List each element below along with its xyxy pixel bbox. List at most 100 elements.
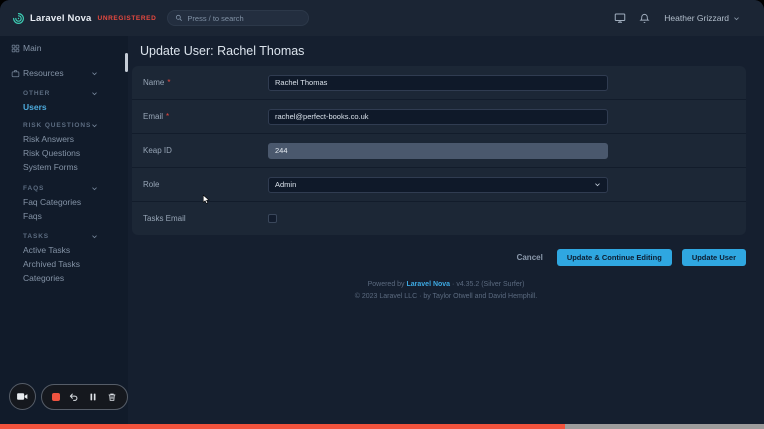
section-heading-label: TASKS (23, 232, 50, 240)
field-label: Name * (132, 78, 268, 87)
sidebar-item-archived-tasks[interactable]: Archived Tasks (0, 257, 128, 271)
field-label: Role (132, 180, 268, 189)
main-content: Update User: Rachel Thomas Name* Email* … (128, 36, 764, 429)
field-label: Tasks Email (132, 214, 268, 223)
role-selected-value: Admin (275, 180, 297, 189)
sidebar-item-label: Main (23, 43, 42, 53)
sidebar-item-label: Faq Categories (23, 197, 82, 207)
sidebar-item-active-tasks[interactable]: Active Tasks (0, 243, 128, 257)
sidebar-item-faq-categories[interactable]: Faq Categories (0, 195, 128, 209)
chevron-down-icon (92, 91, 97, 95)
sidebar-item-label: Categories (23, 273, 65, 283)
sidebar-item-risk-answers[interactable]: Risk Answers (0, 132, 128, 146)
powered-by-line: Powered by Laravel Nova · v4.35.2 (Silve… (128, 279, 764, 291)
sidebar-item-label: Resources (23, 68, 64, 78)
update-user-form: Name* Email* Keap ID Role (132, 66, 746, 235)
sidebar-item-label: Risk Questions (23, 148, 81, 158)
sidebar-item-main[interactable]: Main (0, 41, 128, 55)
recorder-controls (41, 383, 128, 410)
sidebar-section-faqs[interactable]: FAQS (0, 181, 128, 195)
chevron-down-icon (92, 71, 97, 75)
sidebar-section-other[interactable]: OTHER (0, 86, 128, 100)
form-row-role: Role Admin (132, 168, 746, 202)
user-name: Heather Grizzard (664, 13, 729, 23)
sidebar-item-label: Archived Tasks (23, 259, 81, 269)
sidebar-item-users[interactable]: Users (0, 100, 128, 114)
footer: Powered by Laravel Nova · v4.35.2 (Silve… (128, 279, 764, 303)
chevron-down-icon (734, 16, 739, 20)
sidebar-item-label: System Forms (23, 162, 78, 172)
role-select[interactable]: Admin (268, 176, 608, 193)
version-text: · v4.35.2 (Silver Surfer) (452, 281, 525, 288)
update-continue-button[interactable]: Update & Continue Editing (556, 249, 672, 266)
sidebar-item-categories[interactable]: Categories (0, 271, 128, 285)
brand-name: Laravel Nova (30, 12, 92, 24)
app-window: Laravel Nova UNREGISTERED Heather Grizza… (0, 0, 764, 429)
field-label-text: Tasks Email (143, 214, 186, 223)
field-label-text: Role (143, 180, 160, 189)
section-heading-label: OTHER (23, 89, 51, 97)
undo-icon[interactable] (69, 392, 79, 402)
sidebar-section-tasks[interactable]: TASKS (0, 229, 128, 243)
pause-icon[interactable] (88, 392, 98, 402)
stop-icon[interactable] (52, 392, 60, 401)
section-heading-label: FAQS (23, 184, 45, 192)
recorder-toolbar (9, 383, 128, 410)
section-heading-label: RISK QUESTIONS (23, 121, 92, 129)
powered-by-text: Powered by (367, 281, 405, 288)
briefcase-icon (11, 69, 20, 78)
chevron-down-icon (92, 234, 97, 238)
grid-icon (11, 44, 20, 53)
sidebar-item-faqs[interactable]: Faqs (0, 209, 128, 223)
field-label-text: Email (143, 112, 164, 121)
tasks-email-checkbox[interactable] (268, 214, 277, 223)
sidebar-item-system-forms[interactable]: System Forms (0, 160, 128, 174)
chevron-down-icon (92, 123, 97, 127)
sidebar-item-risk-questions[interactable]: Risk Questions (0, 146, 128, 160)
page-title: Update User: Rachel Thomas (140, 44, 305, 58)
sidebar-item-label: Faqs (23, 211, 42, 221)
user-menu[interactable]: Heather Grizzard (664, 13, 740, 23)
video-progress-bar[interactable] (0, 424, 764, 429)
keap-id-input (268, 142, 608, 159)
notifications-bell-icon[interactable] (639, 13, 650, 24)
email-input[interactable] (268, 108, 608, 125)
field-label-text: Keap ID (143, 146, 172, 155)
chevron-down-icon (595, 183, 600, 187)
sidebar-item-resources[interactable]: Resources (0, 66, 128, 80)
license-badge: UNREGISTERED (97, 14, 157, 22)
required-mark: * (166, 112, 170, 121)
form-row-tasks-email: Tasks Email (132, 202, 746, 235)
form-row-keap-id: Keap ID (132, 134, 746, 168)
sidebar-item-label: Active Tasks (23, 245, 71, 255)
camera-button[interactable] (9, 383, 36, 410)
form-row-email: Email * (132, 100, 746, 134)
field-label: Email * (132, 112, 268, 121)
nova-logo-icon (13, 12, 24, 24)
theme-monitor-icon[interactable] (614, 12, 626, 24)
cancel-button[interactable]: Cancel (517, 253, 543, 262)
sidebar-scrollbar-thumb[interactable] (125, 53, 128, 72)
global-search[interactable] (167, 10, 310, 26)
update-user-button[interactable]: Update User (681, 249, 746, 266)
video-progress-played (0, 424, 566, 429)
field-label: Keap ID (132, 146, 268, 155)
form-actions: Cancel Update & Continue Editing Update … (128, 249, 746, 266)
sidebar-section-risk-questions[interactable]: RISK QUESTIONS (0, 118, 128, 132)
field-label-text: Name (143, 78, 165, 87)
copyright-text: © 2023 Laravel LLC · by Taylor Otwell an… (354, 293, 538, 300)
sidebar-item-label: Users (23, 102, 47, 112)
trash-icon[interactable] (107, 392, 117, 402)
required-mark: * (167, 78, 171, 87)
name-input[interactable] (268, 74, 608, 91)
sidebar-item-label: Risk Answers (23, 134, 75, 144)
form-row-name: Name * (132, 66, 746, 100)
nova-footer-link[interactable]: Laravel Nova (407, 281, 451, 288)
search-input[interactable] (187, 13, 302, 23)
camera-icon (17, 393, 28, 400)
chevron-down-icon (92, 186, 97, 190)
header-right: Heather Grizzard (614, 12, 740, 24)
sidebar: Main Resources OTHER Users RISK QUESTION… (0, 36, 128, 429)
top-header: Laravel Nova UNREGISTERED Heather Grizza… (0, 0, 764, 36)
search-icon (176, 14, 183, 21)
